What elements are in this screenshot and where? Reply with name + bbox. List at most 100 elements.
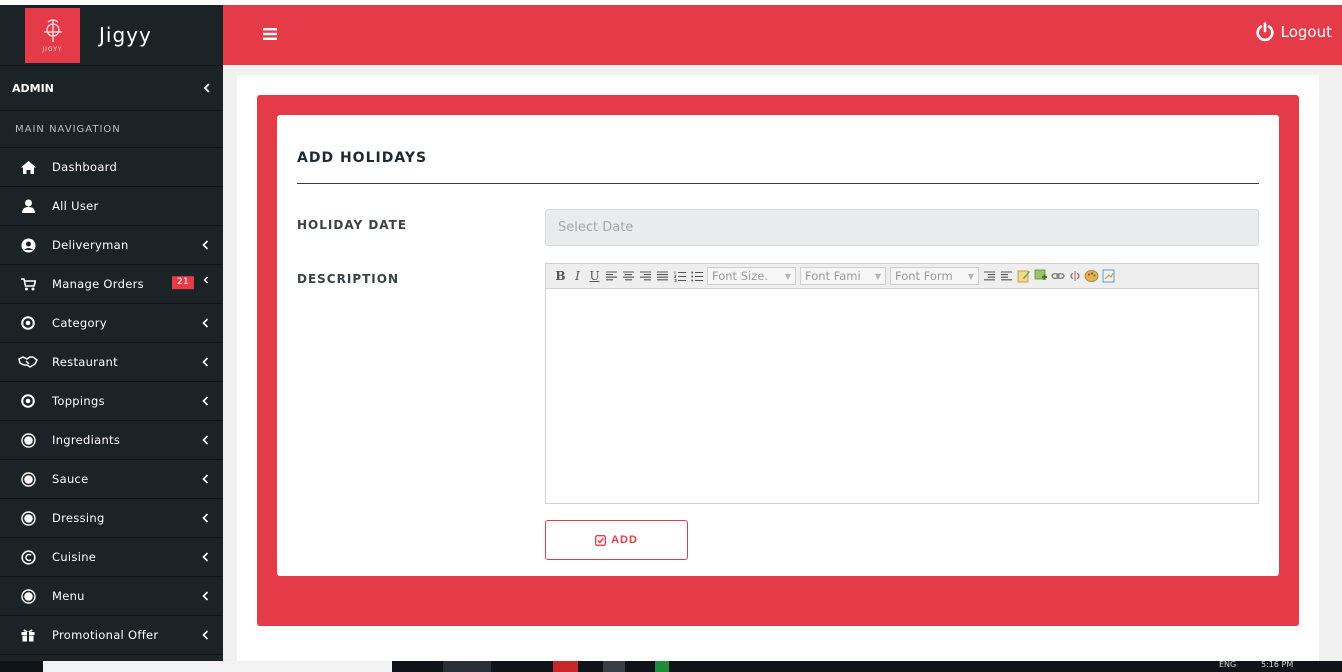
nav-header: MAIN NAVIGATION [0,111,223,148]
chevron-left-icon [202,552,209,562]
add-button[interactable]: ADD [545,520,688,560]
check-square-icon [595,534,607,546]
sidebar-item-label: All User [52,199,99,213]
chevron-left-icon [202,357,209,367]
color-palette-icon[interactable] [1083,267,1100,285]
font-format-value: Font Form [895,269,953,283]
sidebar-item-label: Manage Orders [52,277,144,291]
align-center-icon[interactable] [620,267,637,285]
sidebar-item-dashboard[interactable]: Dashboard [0,148,223,187]
sidebar-item-cuisine[interactable]: Cuisine [0,538,223,577]
sidebar-item-deliveryman[interactable]: Deliveryman [0,226,223,265]
jigyy-logo-icon [43,19,62,42]
align-left-icon[interactable] [603,267,620,285]
ordered-list-icon[interactable] [671,267,688,285]
sidebar-item-sauce[interactable]: Sauce [0,460,223,499]
dropdown-arrow-icon: ▼ [784,271,791,281]
dropdown-arrow-icon: ▼ [967,271,974,281]
taskbar-app-grey[interactable] [603,661,625,672]
taskbar-app-green[interactable] [655,661,669,672]
dot-circle-icon [18,316,38,330]
unlink-icon[interactable] [1066,267,1083,285]
add-button-label: ADD [611,534,638,546]
chevron-left-icon [202,513,209,523]
record-icon [18,588,38,604]
gift-icon [18,628,38,642]
sidebar-item-toppings[interactable]: Toppings [0,382,223,421]
sidebar-item-category[interactable]: Category [0,304,223,343]
taskbar-search[interactable] [43,661,392,672]
logout-label: Logout [1280,23,1332,41]
admin-label: ADMIN [12,81,54,95]
sidebar-item-label: Deliveryman [52,238,129,252]
sidebar-item-promotional-offer[interactable]: Promotional Offer [0,616,223,655]
outdent-icon[interactable] [981,267,998,285]
taskbar-app-red[interactable] [553,661,578,672]
sidebar-item-restaurant[interactable]: Restaurant [0,343,223,382]
brand-name: Jigyy [99,23,152,47]
sidebar-item-label: Menu [52,589,85,603]
dropdown-arrow-icon: ▼ [874,271,881,281]
sidebar-item-manage-orders[interactable]: Manage Orders 21 [0,265,223,304]
edit-html-icon[interactable] [1015,267,1032,285]
taskbar-language[interactable]: ENG [1219,661,1236,669]
chevron-left-icon [202,318,209,328]
sidebar-item-ingrediants[interactable]: Ingrediants [0,421,223,460]
chevron-left-icon [202,396,209,406]
chevron-left-icon [202,240,209,250]
sidebar-item-label: Ingrediants [52,433,121,447]
font-size-value: Font Size. [712,269,768,283]
sidebar-item-dressing[interactable]: Dressing [0,499,223,538]
sidebar-item-menu[interactable]: Menu [0,577,223,616]
hamburger-menu-icon[interactable] [263,28,277,40]
record-icon [18,471,38,487]
chevron-left-icon [202,474,209,484]
os-taskbar: ENG 5:16 PM [0,661,1342,672]
link-icon[interactable] [1049,267,1066,285]
sidebar-item-label: Sauce [52,472,89,486]
taskbar-clock[interactable]: 5:16 PM [1261,661,1293,669]
font-family-value: Font Fami [805,269,861,283]
sidebar-item-label: Dashboard [52,160,118,174]
sidebar-item-label: Toppings [52,394,105,408]
top-header: Logout [223,5,1342,65]
font-size-select[interactable]: Font Size. ▼ [707,267,796,285]
font-family-select[interactable]: Font Fami ▼ [800,267,886,285]
bold-icon[interactable]: B [552,267,569,285]
orders-count-badge: 21 [172,276,195,290]
page-title: ADD HOLIDAYS [297,150,428,166]
user-circle-icon [18,238,38,253]
sidebar-item-label: Category [52,316,107,330]
handshake-icon [18,356,38,368]
brand-logo: JIGYY [25,7,80,63]
italic-icon[interactable]: I [569,267,586,285]
power-icon [1256,22,1274,42]
source-code-icon[interactable] [1100,267,1117,285]
unordered-list-icon[interactable] [688,267,705,285]
chevron-left-icon [202,435,209,445]
insert-image-icon[interactable] [1032,267,1049,285]
title-divider [297,183,1259,184]
align-justify-icon[interactable] [654,267,671,285]
home-icon [18,160,38,174]
brand[interactable]: JIGYY Jigyy [0,5,223,66]
chevron-left-icon[interactable] [203,83,211,93]
add-holidays-card: ADD HOLIDAYS HOLIDAY DATE DESCRIPTION B … [277,115,1279,576]
indent-icon[interactable] [998,267,1015,285]
copyright-icon [18,549,38,565]
font-format-select[interactable]: Font Form ▼ [890,267,979,285]
description-textarea[interactable] [546,289,1258,503]
description-editor: B I U Font Size. ▼ Font Fami ▼ Font Form… [545,263,1259,504]
holiday-date-input[interactable] [545,209,1259,246]
align-right-icon[interactable] [637,267,654,285]
sidebar: JIGYY Jigyy ADMIN MAIN NAVIGATION Dashbo… [0,5,223,672]
admin-toggle[interactable]: ADMIN [0,66,223,111]
underline-icon[interactable]: U [586,267,603,285]
logout-button[interactable]: Logout [1255,22,1332,42]
sidebar-item-label: Restaurant [52,355,118,369]
taskbar-app-chrome[interactable] [443,661,491,672]
cart-icon [18,277,38,291]
sidebar-item-all-user[interactable]: All User [0,187,223,226]
sidebar-item-label: Dressing [52,511,105,525]
chevron-left-icon [202,630,209,640]
